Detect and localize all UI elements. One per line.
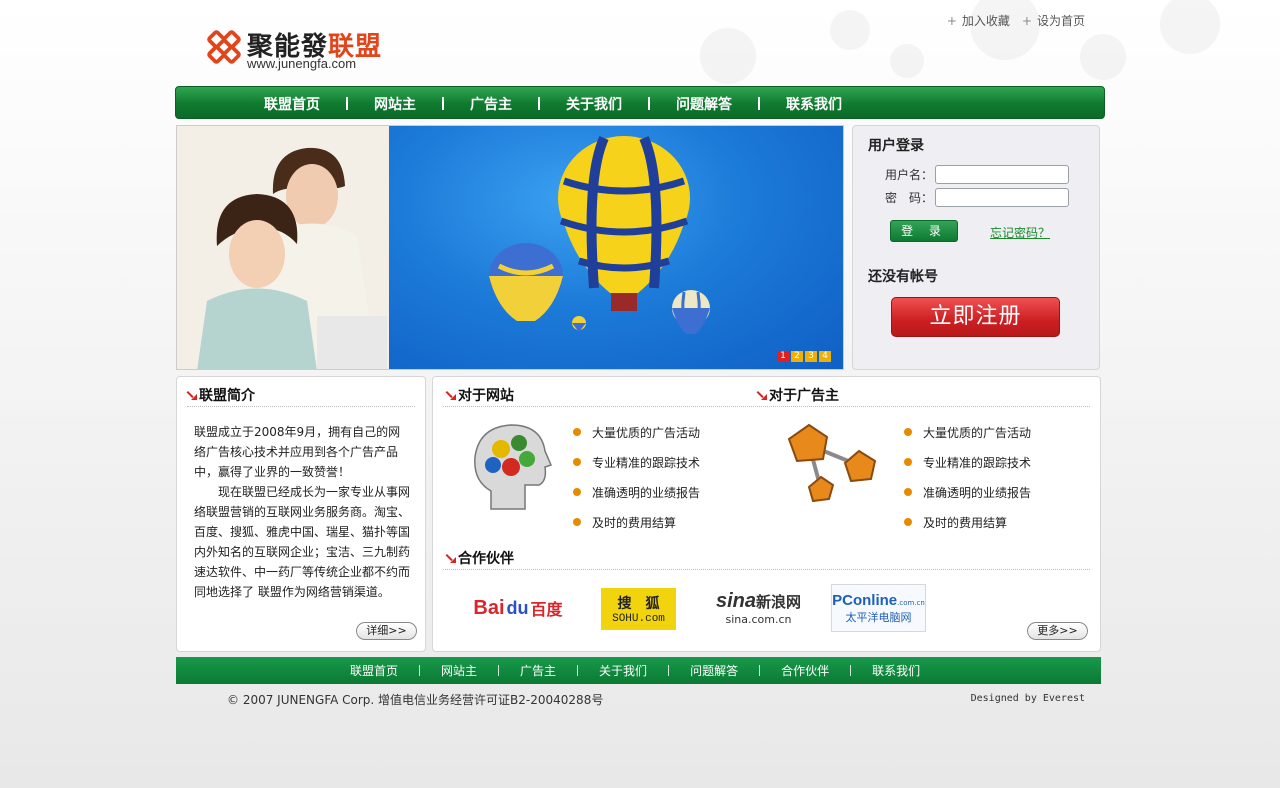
- intro-paragraph-2: 现在联盟已经成长为一家专业从事网络联盟营销的互联网业务服务商。淘宝、百度、搜狐、…: [194, 485, 411, 599]
- footer-nav-separator: [668, 665, 670, 676]
- molecule-icon: [787, 423, 877, 503]
- partners-title: 合作伙伴: [446, 548, 514, 568]
- password-input[interactable]: [935, 188, 1069, 207]
- footer-nav-separator: [577, 665, 579, 676]
- site-owner-benefits: 大量优质的广告活动 专业精准的跟踪技术 准确透明的业绩报告 及时的费用结算: [573, 417, 700, 537]
- designer-credit: Designed by Everest: [970, 693, 1085, 704]
- forgot-password-link[interactable]: 忘记密码？: [990, 224, 1050, 241]
- footer-nav-partners[interactable]: 合作伙伴: [781, 662, 829, 679]
- nav-separator: [538, 97, 540, 110]
- nav-publisher[interactable]: 网站主: [374, 94, 416, 114]
- list-item: 专业精准的跟踪技术: [573, 447, 700, 477]
- nav-about[interactable]: 关于我们: [566, 94, 622, 114]
- footer-nav-faq[interactable]: 问题解答: [690, 662, 738, 679]
- list-item: 准确透明的业绩报告: [573, 477, 700, 507]
- intro-text: 联盟成立于2008年9月，拥有自己的网络广告核心技术并应用到各个广告产品中，赢得…: [194, 422, 412, 602]
- head-gears-icon: [474, 424, 553, 510]
- main-nav: 联盟首页 网站主 广告主 关于我们 问题解答 联系我们: [175, 86, 1105, 119]
- nav-advertiser[interactable]: 广告主: [470, 94, 512, 114]
- balloon-small: [672, 290, 710, 334]
- partners-more-button[interactable]: 更多>>: [1027, 622, 1088, 640]
- nav-faq[interactable]: 问题解答: [676, 94, 732, 114]
- footer-nav-separator: [419, 665, 421, 676]
- divider: [443, 569, 1090, 570]
- list-item: 及时的费用结算: [904, 507, 1031, 537]
- banner-office-photo: [177, 126, 389, 369]
- footer-nav-advertiser[interactable]: 广告主: [520, 662, 556, 679]
- footer-nav-separator: [759, 665, 761, 676]
- slide-dot-1[interactable]: 1: [777, 351, 789, 362]
- nav-separator: [758, 97, 760, 110]
- arrow-icon: [187, 390, 197, 400]
- footer-nav-separator: [498, 665, 500, 676]
- login-button[interactable]: 登 录: [890, 220, 958, 242]
- set-homepage-link[interactable]: 设为首页: [1022, 12, 1085, 29]
- advertiser-title: 对于广告主: [757, 385, 839, 405]
- login-title: 用户登录: [868, 138, 924, 154]
- intro-paragraph-1: 联盟成立于2008年9月，拥有自己的网络广告核心技术并应用到各个广告产品中，赢得…: [194, 425, 401, 479]
- footer-nav-contact[interactable]: 联系我们: [872, 662, 920, 679]
- partner-sina[interactable]: sina新浪网 sina.com.cn: [701, 584, 816, 632]
- site-owner-title: 对于网站: [446, 385, 514, 405]
- username-input[interactable]: [935, 165, 1069, 184]
- nav-separator: [648, 97, 650, 110]
- intro-panel: 联盟简介 联盟成立于2008年9月，拥有自己的网络广告核心技术并应用到各个广告产…: [176, 376, 426, 652]
- divider: [443, 406, 1090, 407]
- slide-dot-2[interactable]: 2: [791, 351, 803, 362]
- copyright-text: © 2007 JUNENGFA Corp. 增值电信业务经营许可证B2-2004…: [227, 693, 604, 707]
- arrow-icon: [446, 553, 456, 563]
- partner-baidu[interactable]: Bai du 百度: [463, 584, 573, 632]
- top-links: 加入收藏 设为首页: [947, 12, 1085, 29]
- logo-url: www.junengfa.com: [247, 56, 357, 71]
- no-account-heading: 还没有帐号: [868, 269, 938, 285]
- list-item: 准确透明的业绩报告: [904, 477, 1031, 507]
- slide-pager: 1 2 3 4: [777, 351, 831, 362]
- banner-balloons-image: [389, 126, 843, 369]
- advertiser-benefits: 大量优质的广告活动 专业精准的跟踪技术 准确透明的业绩报告 及时的费用结算: [904, 417, 1031, 537]
- footer-nav-publisher[interactable]: 网站主: [441, 662, 477, 679]
- banner-slideshow[interactable]: 1 2 3 4: [176, 125, 844, 370]
- footer-nav-home[interactable]: 联盟首页: [350, 662, 398, 679]
- balloon-mid: [489, 243, 563, 321]
- list-item: 大量优质的广告活动: [904, 417, 1031, 447]
- partner-sohu[interactable]: 搜 狐 SOHU.com: [601, 588, 676, 630]
- list-item: 及时的费用结算: [573, 507, 700, 537]
- nav-home[interactable]: 联盟首页: [264, 94, 320, 114]
- password-row: 密 码：: [885, 188, 1069, 207]
- intro-more-button[interactable]: 详细>>: [356, 622, 417, 640]
- list-item: 专业精准的跟踪技术: [904, 447, 1031, 477]
- divider: [187, 406, 415, 407]
- features-panel: 对于网站 对于广告主 大量优质的广告活动 专业精准的跟踪技术 准确透明的业绩报告…: [432, 376, 1101, 652]
- username-row: 用户名：: [885, 165, 1069, 184]
- logo-knot-icon: [207, 30, 241, 64]
- intro-title: 联盟简介: [187, 385, 255, 405]
- site-logo[interactable]: 聚能發联盟 www.junengfa.com: [205, 24, 385, 74]
- login-panel: 用户登录 用户名： 密 码： 登 录 忘记密码？ 还没有帐号 立即注册: [852, 125, 1100, 370]
- add-favorite-link[interactable]: 加入收藏: [947, 12, 1010, 29]
- slide-dot-4[interactable]: 4: [819, 351, 831, 362]
- footer-nav: 联盟首页 网站主 广告主 关于我们 问题解答 合作伙伴 联系我们: [176, 657, 1101, 684]
- nav-contact[interactable]: 联系我们: [786, 94, 842, 114]
- arrow-icon: [446, 390, 456, 400]
- nav-separator: [442, 97, 444, 110]
- register-button[interactable]: 立即注册: [891, 297, 1060, 337]
- balloon-tiny: [572, 316, 586, 332]
- password-label: 密 码：: [885, 191, 934, 205]
- footer-nav-separator: [850, 665, 852, 676]
- header-decoration: [560, 0, 1280, 88]
- slide-dot-3[interactable]: 3: [805, 351, 817, 362]
- partner-pconline[interactable]: PConline.com.cn 太平洋电脑网: [831, 584, 926, 632]
- username-label: 用户名：: [885, 168, 934, 182]
- list-item: 大量优质的广告活动: [573, 417, 700, 447]
- footer-nav-about[interactable]: 关于我们: [599, 662, 647, 679]
- arrow-icon: [757, 390, 767, 400]
- nav-separator: [346, 97, 348, 110]
- balloon-large: [558, 135, 690, 311]
